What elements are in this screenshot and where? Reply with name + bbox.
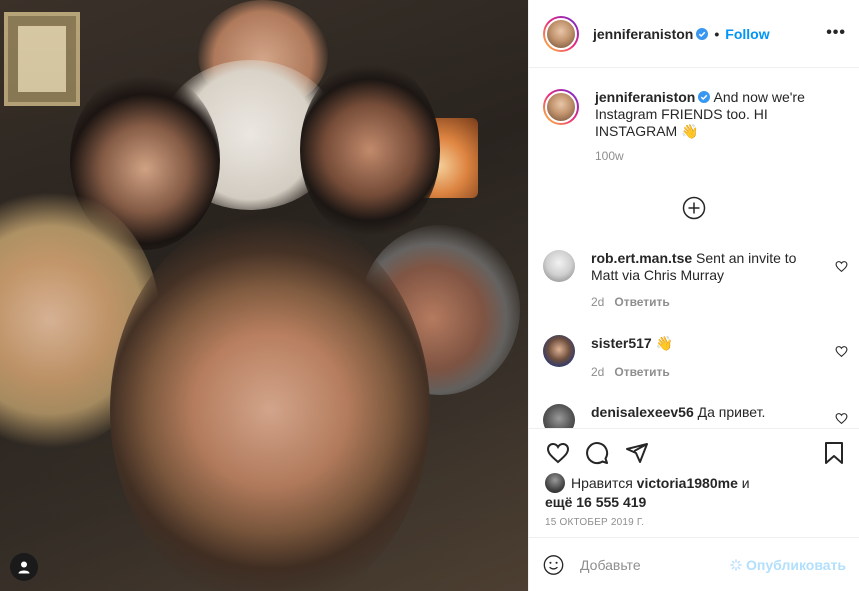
verified-badge-icon [698,91,711,103]
caption-author-avatar[interactable] [543,89,579,125]
post-side-panel: jenniferaniston • Follow ••• jenniferani… [528,0,859,591]
post-photo[interactable] [0,0,528,591]
comment-username[interactable]: denisalexeev56 [591,404,694,420]
more-options-button[interactable]: ••• [826,24,846,42]
heart-icon[interactable] [545,441,571,465]
likes-summary: Нравится victoria1980me и ещё 16 555 419 [545,473,750,510]
comment-username[interactable]: sister517 [591,335,652,351]
post-header: jenniferaniston • Follow ••• [529,0,859,68]
comment-item: sister517 👋 2d Ответить [543,335,848,381]
post-caption: jenniferaniston And now we're Instagram … [543,89,843,165]
add-comment-bar: Опубликовать [529,537,859,591]
author-username[interactable]: jenniferaniston [593,26,693,42]
comment-text: 👋 [655,335,674,351]
caption-time[interactable]: 100w [595,148,843,165]
author-avatar[interactable] [543,15,579,52]
comment-heart-icon[interactable] [835,412,848,425]
smiley-icon[interactable] [543,552,564,578]
likes-count[interactable]: ещё 16 555 419 [545,494,646,510]
comment-time[interactable]: 2d [591,365,604,379]
plus-circle-icon[interactable] [682,196,706,220]
bookmark-icon[interactable] [823,441,845,465]
caption-author-username[interactable]: jenniferaniston [595,89,695,105]
comment-heart-icon[interactable] [835,345,848,358]
verified-badge-icon [696,27,709,40]
reply-button[interactable]: Ответить [614,295,669,309]
liker-avatar[interactable] [545,473,565,493]
separator-dot: • [714,25,720,42]
user-tag-icon[interactable] [10,553,38,581]
comment-input[interactable] [580,556,731,573]
paper-plane-icon[interactable] [625,441,649,465]
reply-button[interactable]: Ответить [614,365,669,379]
comment-time[interactable]: 2d [591,295,604,309]
comment-heart-icon[interactable] [835,260,848,273]
comment-text: Да привет. [697,404,766,420]
liker-username[interactable]: victoria1980me [637,475,738,491]
comment-avatar[interactable] [543,335,575,367]
comments-list[interactable]: jenniferaniston And now we're Instagram … [529,69,859,428]
comment-icon[interactable] [585,441,609,465]
comment-item: rob.ert.man.tse Sent an invite to Matt v… [543,250,848,311]
loading-spinner-icon [730,558,742,571]
post-date[interactable]: 15 ОКТОБЕР 2019 Г. [545,517,644,528]
comment-username[interactable]: rob.ert.man.tse [591,250,692,266]
publish-button[interactable]: Опубликовать [730,557,846,573]
comment-avatar[interactable] [543,404,575,428]
comment-avatar[interactable] [543,250,575,282]
follow-button[interactable]: Follow [725,26,769,42]
comment-item: denisalexeev56 Да привет. [543,404,848,428]
